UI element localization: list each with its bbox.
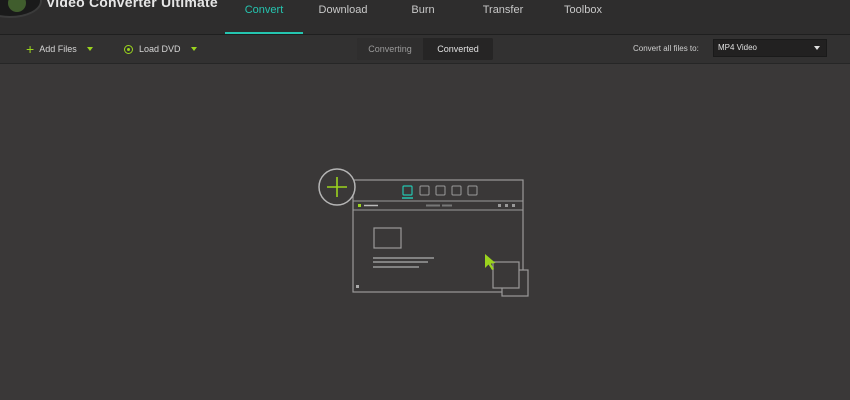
app-title: Video Converter Ultimate [46, 0, 218, 10]
main-nav-tabs: Convert Download Burn Transfer Toolbox [225, 0, 623, 34]
output-format-select[interactable]: MP4 Video [713, 39, 827, 57]
load-dvd-label: Load DVD [139, 44, 181, 54]
dvd-icon [124, 44, 133, 54]
add-files-label: Add Files [39, 44, 77, 54]
add-files-button[interactable]: + Add Files [26, 35, 93, 63]
tab-transfer[interactable]: Transfer [463, 0, 543, 34]
convert-toolbar: + Add Files Load DVD Converting Converte… [0, 35, 850, 64]
add-files-dropdown-caret-icon[interactable] [86, 47, 93, 51]
load-dvd-button[interactable]: Load DVD [124, 35, 197, 63]
title-bar: Video Converter Ultimate Convert Downloa… [0, 0, 850, 35]
converted-tab[interactable]: Converted [423, 38, 493, 60]
add-file-illustration-icon [318, 168, 529, 297]
add-files-drop-zone[interactable] [316, 166, 532, 307]
convert-all-label: Convert all files to: [633, 44, 699, 53]
logo-icon [0, 0, 42, 18]
output-format-value: MP4 Video [718, 43, 757, 52]
tab-convert[interactable]: Convert [225, 0, 303, 34]
tab-toolbox[interactable]: Toolbox [543, 0, 623, 34]
converting-tab[interactable]: Converting [357, 38, 423, 60]
converting-converted-switch: Converting Converted [357, 38, 493, 60]
plus-icon: + [26, 41, 35, 57]
caret-down-icon [814, 46, 820, 50]
tab-download[interactable]: Download [303, 0, 383, 34]
load-dvd-dropdown-caret-icon[interactable] [190, 47, 197, 51]
tab-burn[interactable]: Burn [383, 0, 463, 34]
